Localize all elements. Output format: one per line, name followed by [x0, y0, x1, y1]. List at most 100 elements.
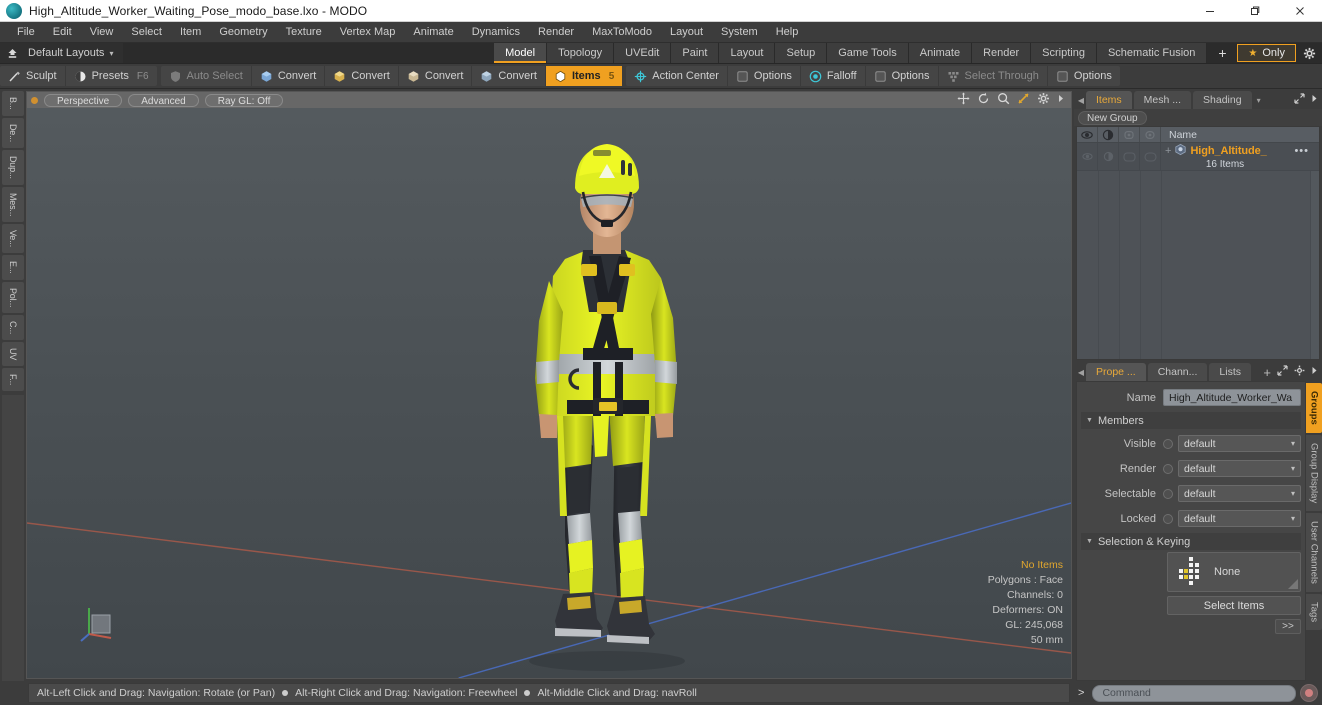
side-tab-tags[interactable]: Tags: [1306, 593, 1322, 630]
menu-help[interactable]: Help: [767, 22, 808, 43]
viewport-projection-dropdown[interactable]: Perspective: [44, 93, 123, 107]
layout-tab-render[interactable]: Render: [972, 43, 1032, 63]
row-render-visibility-icon[interactable]: [1098, 143, 1119, 170]
item-expander-icon[interactable]: +: [1165, 145, 1171, 156]
tab-channels[interactable]: Chann...: [1147, 363, 1208, 381]
side-tab-groups[interactable]: Groups: [1306, 383, 1322, 433]
menu-geometry[interactable]: Geometry: [210, 22, 276, 43]
minimize-button[interactable]: [1187, 0, 1232, 22]
name-field[interactable]: High_Altitude_Worker_Wa: [1163, 389, 1301, 406]
convert-polygons-button[interactable]: Convert: [399, 66, 473, 86]
record-macro-icon[interactable]: [1300, 684, 1318, 702]
axis-gizmo[interactable]: [79, 598, 125, 644]
tab-shading[interactable]: Shading: [1193, 91, 1252, 109]
auto-select-button[interactable]: Auto Select: [161, 66, 252, 86]
layout-home-icon[interactable]: [0, 43, 24, 63]
convert-vertices-button[interactable]: Convert: [252, 66, 326, 86]
row-shading-toggle[interactable]: [1140, 143, 1161, 170]
close-button[interactable]: [1277, 0, 1322, 22]
layout-tab-animate[interactable]: Animate: [908, 43, 973, 63]
render-override-radio[interactable]: [1163, 463, 1173, 474]
action-center-options-button[interactable]: Options: [728, 66, 801, 86]
expand-panel-icon[interactable]: [1277, 365, 1288, 379]
item-tree-empty-body[interactable]: [1077, 171, 1319, 359]
panel-collapse-icon[interactable]: ◀: [1076, 91, 1086, 109]
properties-collapse-icon[interactable]: ◀: [1076, 363, 1086, 381]
default-layouts-dropdown[interactable]: Default Layouts ▾: [24, 43, 123, 63]
left-tab-duplicate[interactable]: Dup...: [2, 149, 24, 185]
left-tab-edge[interactable]: E...: [2, 254, 24, 280]
select-through-button[interactable]: Select Through: [939, 66, 1048, 86]
left-tab-mesh-edit[interactable]: Mes...: [2, 186, 24, 222]
3d-viewport[interactable]: No Items Polygons : Face Channels: 0 Def…: [26, 108, 1072, 679]
fit-icon[interactable]: [1017, 92, 1030, 108]
menu-animate[interactable]: Animate: [404, 22, 462, 43]
select-items-button[interactable]: Select Items: [1167, 596, 1301, 615]
render-visibility-icon[interactable]: [1098, 127, 1119, 142]
viewport-more-arrow-icon[interactable]: [1057, 92, 1065, 108]
maximize-button[interactable]: [1232, 0, 1277, 22]
render-dropdown[interactable]: default ▾: [1178, 460, 1301, 477]
left-tab-curve[interactable]: C...: [2, 314, 24, 341]
menu-vertex-map[interactable]: Vertex Map: [331, 22, 405, 43]
menu-layout[interactable]: Layout: [661, 22, 712, 43]
add-tab-plus-icon[interactable]: +: [1263, 366, 1271, 379]
viewport-settings-gear-icon[interactable]: [1037, 92, 1050, 108]
panel-more-arrow-icon[interactable]: [1311, 365, 1318, 379]
left-tab-basic[interactable]: B...: [2, 91, 24, 116]
left-tab-uv[interactable]: UV: [2, 342, 24, 367]
item-tree[interactable]: Name + High_Altitude_ ••• 16 Items: [1076, 126, 1320, 360]
menu-maxtomodo[interactable]: MaxToModo: [583, 22, 661, 43]
tab-overflow-caret-icon[interactable]: ▾: [1254, 91, 1264, 109]
expand-panel-icon[interactable]: [1294, 93, 1305, 107]
tab-properties[interactable]: Prope ...: [1086, 363, 1146, 381]
menu-dynamics[interactable]: Dynamics: [463, 22, 529, 43]
more-options-button[interactable]: >>: [1275, 619, 1301, 634]
selection-set-button[interactable]: None: [1167, 552, 1301, 592]
only-toggle-button[interactable]: ★ Only: [1237, 44, 1296, 62]
eye-visibility-icon[interactable]: [1077, 127, 1098, 142]
menu-edit[interactable]: Edit: [44, 22, 81, 43]
side-tab-user-channels[interactable]: User Channels: [1306, 512, 1322, 592]
convert-edges-button[interactable]: Convert: [325, 66, 399, 86]
items-mode-button[interactable]: Items 5: [545, 66, 623, 86]
viewport-raygl-dropdown[interactable]: Ray GL: Off: [204, 93, 284, 107]
rotate-icon[interactable]: [977, 92, 990, 108]
falloff-options-button[interactable]: Options: [866, 66, 939, 86]
panel-more-arrow-icon[interactable]: [1311, 93, 1318, 107]
members-section-header[interactable]: ▼ Members: [1081, 412, 1301, 429]
layout-tab-paint[interactable]: Paint: [671, 43, 720, 63]
wireframe-icon[interactable]: [1119, 127, 1140, 142]
selectable-dropdown[interactable]: default ▾: [1178, 485, 1301, 502]
add-layout-tab-button[interactable]: +: [1207, 43, 1238, 63]
new-group-button[interactable]: New Group: [1078, 110, 1147, 125]
item-tree-scrollbar[interactable]: [1310, 171, 1319, 359]
layout-tab-game-tools[interactable]: Game Tools: [827, 43, 909, 63]
menu-system[interactable]: System: [712, 22, 767, 43]
panel-gear-icon[interactable]: [1294, 365, 1305, 379]
layout-tab-model[interactable]: Model: [494, 43, 548, 63]
left-tab-deform[interactable]: De...: [2, 117, 24, 148]
tab-mesh-ops[interactable]: Mesh ...: [1133, 91, 1192, 109]
tab-items[interactable]: Items: [1086, 91, 1132, 109]
shading-icon[interactable]: [1140, 127, 1161, 142]
menu-item[interactable]: Item: [171, 22, 210, 43]
visible-override-radio[interactable]: [1163, 438, 1173, 449]
viewport-shading-dropdown[interactable]: Advanced: [128, 93, 199, 107]
item-row-main[interactable]: + High_Altitude_ ••• 16 Items: [1161, 143, 1319, 170]
layout-settings-gear-icon[interactable]: [1296, 43, 1322, 63]
menu-select[interactable]: Select: [122, 22, 171, 43]
layout-tab-scripting[interactable]: Scripting: [1031, 43, 1097, 63]
table-row[interactable]: + High_Altitude_ ••• 16 Items: [1077, 143, 1319, 171]
locked-dropdown[interactable]: default ▾: [1178, 510, 1301, 527]
left-tab-polygon[interactable]: Pol...: [2, 281, 24, 313]
layout-tab-schematic-fusion[interactable]: Schematic Fusion: [1096, 43, 1208, 63]
menu-file[interactable]: File: [8, 22, 44, 43]
falloff-button[interactable]: Falloff: [801, 66, 866, 86]
selection-keying-section-header[interactable]: ▼ Selection & Keying: [1081, 533, 1301, 550]
convert-materials-button[interactable]: Convert: [472, 66, 546, 86]
action-center-button[interactable]: Action Center: [626, 66, 728, 86]
menu-texture[interactable]: Texture: [277, 22, 331, 43]
item-row-overflow-icon[interactable]: •••: [1294, 145, 1319, 157]
menu-render[interactable]: Render: [529, 22, 583, 43]
